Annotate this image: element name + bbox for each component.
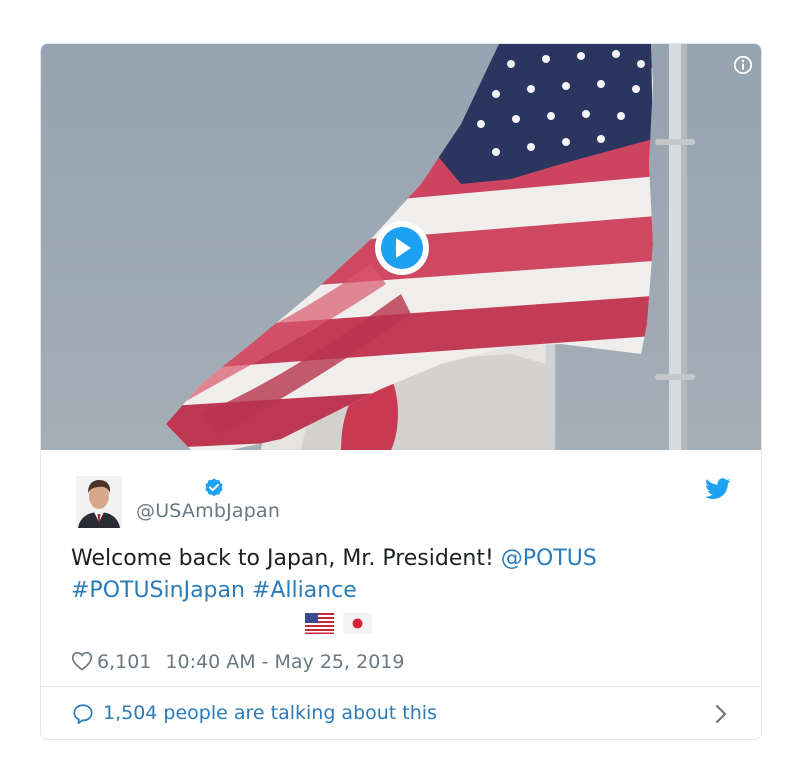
chevron-right-icon[interactable] [713,703,729,725]
mention-link[interactable]: @POTUS [501,546,597,571]
tweet-text: Welcome back to Japan, Mr. President! @P… [71,543,711,607]
flag-japan-icon [343,613,373,634]
twitter-bird-icon[interactable] [705,478,731,500]
hashtag-link[interactable]: #Alliance [252,578,357,603]
like-count[interactable]: 6,101 [97,651,151,673]
info-icon[interactable] [733,55,753,75]
hashtag-link[interactable]: #POTUSinJapan [71,578,245,603]
tweet-meta: 6,101 10:40 AM - May 25, 2019 [71,649,404,675]
tweet-body: @USAmbJapan Welcome back to Japan, Mr. P… [41,450,761,686]
tweet-embed-card: @USAmbJapan Welcome back to Japan, Mr. P… [40,43,762,740]
speech-bubble-icon [73,704,93,725]
timestamp[interactable]: 10:40 AM - May 25, 2019 [165,651,404,673]
flag-usa-icon [305,613,334,634]
user-handle[interactable]: @USAmbJapan [136,500,280,522]
verified-badge-icon [205,478,223,497]
tweet-text-body: Welcome back to Japan, Mr. President! [71,546,501,571]
avatar-image [76,476,122,528]
conversation-count-text[interactable]: 1,504 people are talking about this [103,700,437,726]
conversation-link[interactable]: 1,504 people are talking about this [41,686,761,739]
avatar[interactable] [76,476,122,528]
flag-emojis [305,613,376,635]
play-icon[interactable] [373,219,431,277]
heart-icon[interactable] [71,651,93,671]
video-thumbnail[interactable] [41,44,761,450]
